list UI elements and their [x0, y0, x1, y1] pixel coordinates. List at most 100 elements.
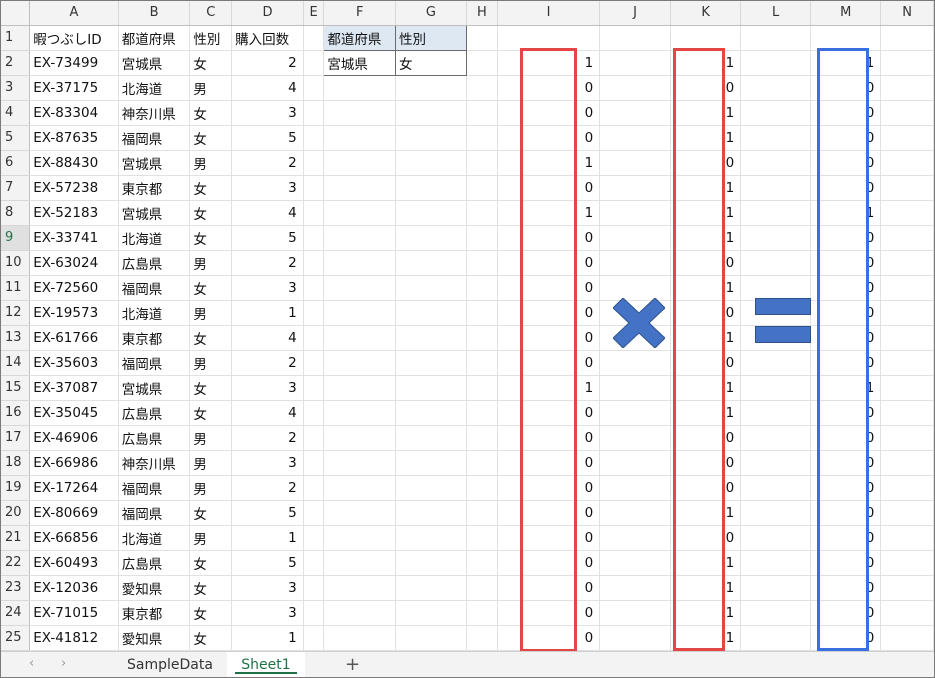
cell-k14[interactable]: 0 — [670, 350, 742, 376]
cell-a15[interactable]: EX-37087 — [29, 375, 119, 401]
tab-sheet1[interactable]: Sheet1 — [227, 652, 305, 677]
cell-j11[interactable] — [599, 275, 671, 301]
cell-j25[interactable] — [599, 625, 671, 651]
cell-d7[interactable]: 3 — [231, 175, 304, 201]
cell-d23[interactable]: 3 — [231, 575, 304, 601]
column-header-d[interactable]: D — [231, 1, 304, 26]
cell-c15[interactable]: 女 — [189, 375, 233, 401]
cell-i10[interactable]: 0 — [497, 250, 601, 276]
cell-i18[interactable]: 0 — [497, 450, 601, 476]
cell-c13[interactable]: 女 — [189, 325, 233, 351]
cell-a11[interactable]: EX-72560 — [29, 275, 119, 301]
cell-i20[interactable]: 0 — [497, 500, 601, 526]
cell-a21[interactable]: EX-66856 — [29, 525, 119, 551]
cell-b20[interactable]: 福岡県 — [118, 500, 191, 526]
cell-n10[interactable] — [880, 250, 934, 276]
cell-c22[interactable]: 女 — [189, 550, 233, 576]
cell-c2[interactable]: 女 — [189, 50, 233, 76]
cell-l10[interactable] — [740, 250, 812, 276]
cell-e8[interactable] — [303, 200, 325, 226]
cell-g1[interactable]: 性別 — [395, 24, 467, 51]
cell-h25[interactable] — [466, 625, 499, 651]
cell-e16[interactable] — [303, 400, 325, 426]
cell-h22[interactable] — [466, 550, 499, 576]
column-header-c[interactable]: C — [189, 1, 233, 26]
cell-n13[interactable] — [880, 325, 934, 351]
cell-j23[interactable] — [599, 575, 671, 601]
cell-e3[interactable] — [303, 75, 325, 101]
cell-e12[interactable] — [303, 300, 325, 326]
cell-j22[interactable] — [599, 550, 671, 576]
cell-k10[interactable]: 0 — [670, 250, 742, 276]
cell-k18[interactable]: 0 — [670, 450, 742, 476]
column-header-b[interactable]: B — [118, 1, 191, 26]
cell-a16[interactable]: EX-35045 — [29, 400, 119, 426]
cell-g10[interactable] — [395, 250, 467, 276]
cell-i3[interactable]: 0 — [497, 75, 601, 101]
cell-n11[interactable] — [880, 275, 934, 301]
row-header-13[interactable]: 13 — [1, 325, 31, 351]
cell-d2[interactable]: 2 — [231, 50, 304, 76]
cell-f12[interactable] — [323, 300, 396, 326]
cell-f20[interactable] — [323, 500, 396, 526]
cell-b24[interactable]: 東京都 — [118, 600, 191, 626]
cell-f21[interactable] — [323, 525, 396, 551]
cell-n12[interactable] — [880, 300, 934, 326]
column-header-e[interactable]: E — [303, 1, 325, 26]
cell-d15[interactable]: 3 — [231, 375, 304, 401]
cell-f7[interactable] — [323, 175, 396, 201]
row-header-24[interactable]: 24 — [1, 600, 31, 626]
cell-c11[interactable]: 女 — [189, 275, 233, 301]
cell-a1[interactable]: 暇つぶしID — [29, 25, 119, 51]
cell-k19[interactable]: 0 — [670, 475, 742, 501]
cell-g6[interactable] — [395, 150, 467, 176]
row-header-11[interactable]: 11 — [1, 275, 31, 301]
cell-c21[interactable]: 男 — [189, 525, 233, 551]
cell-c7[interactable]: 女 — [189, 175, 233, 201]
row-header-3[interactable]: 3 — [1, 75, 31, 101]
cell-f17[interactable] — [323, 425, 396, 451]
cell-l20[interactable] — [740, 500, 812, 526]
cell-k4[interactable]: 1 — [670, 100, 742, 126]
cell-a6[interactable]: EX-88430 — [29, 150, 119, 176]
cell-b17[interactable]: 広島県 — [118, 425, 191, 451]
row-header-17[interactable]: 17 — [1, 425, 31, 451]
cell-i7[interactable]: 0 — [497, 175, 601, 201]
cell-a9[interactable]: EX-33741 — [29, 225, 119, 251]
cell-i15[interactable]: 1 — [497, 375, 601, 401]
cell-f11[interactable] — [323, 275, 396, 301]
cell-i17[interactable]: 0 — [497, 425, 601, 451]
cell-m19[interactable]: 0 — [810, 475, 882, 501]
cell-a10[interactable]: EX-63024 — [29, 250, 119, 276]
cell-b16[interactable]: 広島県 — [118, 400, 191, 426]
cell-a22[interactable]: EX-60493 — [29, 550, 119, 576]
cell-f6[interactable] — [323, 150, 396, 176]
cell-a17[interactable]: EX-46906 — [29, 425, 119, 451]
cell-k17[interactable]: 0 — [670, 425, 742, 451]
cell-e21[interactable] — [303, 525, 325, 551]
cell-f2[interactable]: 宮城県 — [323, 49, 396, 76]
cell-m21[interactable]: 0 — [810, 525, 882, 551]
cell-g12[interactable] — [395, 300, 467, 326]
cell-l25[interactable] — [740, 625, 812, 651]
cell-h15[interactable] — [466, 375, 499, 401]
cell-e15[interactable] — [303, 375, 325, 401]
cell-a25[interactable]: EX-41812 — [29, 625, 119, 651]
cell-m6[interactable]: 0 — [810, 150, 882, 176]
cell-m23[interactable]: 0 — [810, 575, 882, 601]
tab-prev-button[interactable]: ‹ — [29, 656, 34, 671]
cell-k24[interactable]: 1 — [670, 600, 742, 626]
cell-j8[interactable] — [599, 200, 671, 226]
row-header-12[interactable]: 12 — [1, 300, 31, 326]
cell-h21[interactable] — [466, 525, 499, 551]
cell-k8[interactable]: 1 — [670, 200, 742, 226]
cell-b6[interactable]: 宮城県 — [118, 150, 191, 176]
cell-j2[interactable] — [599, 50, 671, 76]
cell-f15[interactable] — [323, 375, 396, 401]
cell-e9[interactable] — [303, 225, 325, 251]
cell-l22[interactable] — [740, 550, 812, 576]
cell-c14[interactable]: 男 — [189, 350, 233, 376]
cell-i6[interactable]: 1 — [497, 150, 601, 176]
cell-h10[interactable] — [466, 250, 499, 276]
cell-j15[interactable] — [599, 375, 671, 401]
